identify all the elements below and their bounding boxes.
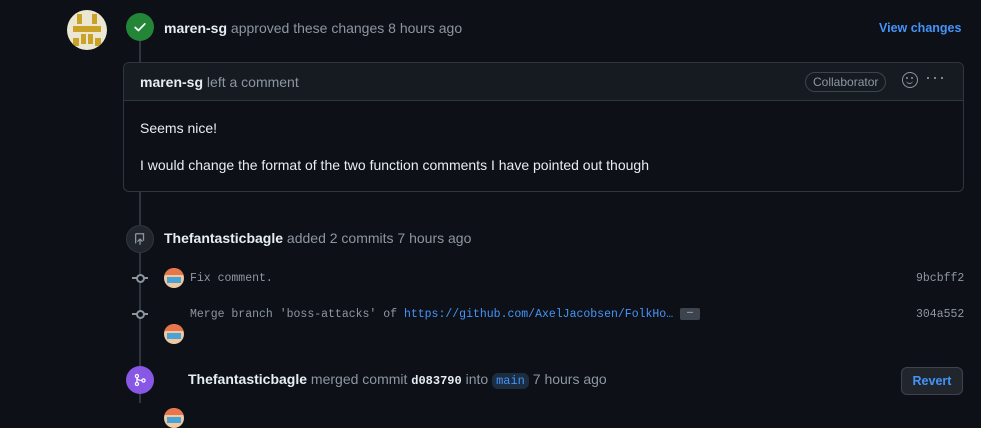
comment-header: maren-sg left a comment Collaborator ··· xyxy=(124,63,963,101)
merge-time[interactable]: 7 hours ago xyxy=(533,371,607,387)
revert-button[interactable]: Revert xyxy=(901,367,963,395)
comment-action: left a comment xyxy=(206,74,299,90)
view-changes-link[interactable]: View changes xyxy=(879,21,961,35)
commits-time[interactable]: 7 hours ago xyxy=(397,230,471,246)
avatar[interactable] xyxy=(164,408,184,428)
commits-event: Thefantasticbagle added 2 commits 7 hour… xyxy=(164,230,471,246)
commit-message-prefix[interactable]: Merge branch 'boss-attacks' of xyxy=(190,308,397,321)
git-commit-icon xyxy=(136,274,145,283)
commit-message: Merge branch 'boss-attacks' of https://g… xyxy=(190,307,701,321)
smiley-icon[interactable] xyxy=(902,72,918,88)
check-icon xyxy=(126,13,154,41)
merge-event: Thefantasticbagle merged commit d083790 … xyxy=(188,371,607,389)
repo-push-icon xyxy=(126,225,154,253)
merge-commit-sha[interactable]: d083790 xyxy=(411,374,461,388)
merge-action: merged commit xyxy=(310,371,408,387)
commits-action: added 2 commits xyxy=(286,230,394,246)
git-merge-icon xyxy=(126,366,154,394)
review-action: approved these changes xyxy=(230,20,385,36)
expand-message-button[interactable]: … xyxy=(680,307,701,320)
kebab-horizontal-icon[interactable]: ··· xyxy=(925,68,945,90)
commit-message-link[interactable]: https://github.com/AxelJacobsen/FolkHo… xyxy=(404,308,673,321)
comment-box: maren-sg left a comment Collaborator ···… xyxy=(123,62,964,192)
commits-author[interactable]: Thefantasticbagle xyxy=(164,230,283,246)
comment-byline: maren-sg left a comment xyxy=(140,74,299,90)
comment-author[interactable]: maren-sg xyxy=(140,74,203,90)
review-author[interactable]: maren-sg xyxy=(164,20,227,36)
avatar[interactable] xyxy=(67,10,107,50)
comment-body-line-1: Seems nice! xyxy=(140,120,218,136)
review-time[interactable]: 8 hours ago xyxy=(388,20,462,36)
git-commit-icon xyxy=(136,310,145,319)
comment-body-line-2: I would change the format of the two fun… xyxy=(140,157,649,173)
commit-message[interactable]: Fix comment. xyxy=(190,272,273,285)
branch-name[interactable]: main xyxy=(492,373,529,389)
collaborator-badge: Collaborator xyxy=(805,72,887,92)
merge-into: into xyxy=(465,371,489,387)
review-event: maren-sg approved these changes 8 hours … xyxy=(164,20,462,36)
merge-author[interactable]: Thefantasticbagle xyxy=(188,371,307,387)
commit-sha[interactable]: 9bcbff2 xyxy=(916,272,964,285)
avatar[interactable] xyxy=(164,268,184,288)
avatar[interactable] xyxy=(164,324,184,344)
commit-sha[interactable]: 304a552 xyxy=(916,308,964,321)
